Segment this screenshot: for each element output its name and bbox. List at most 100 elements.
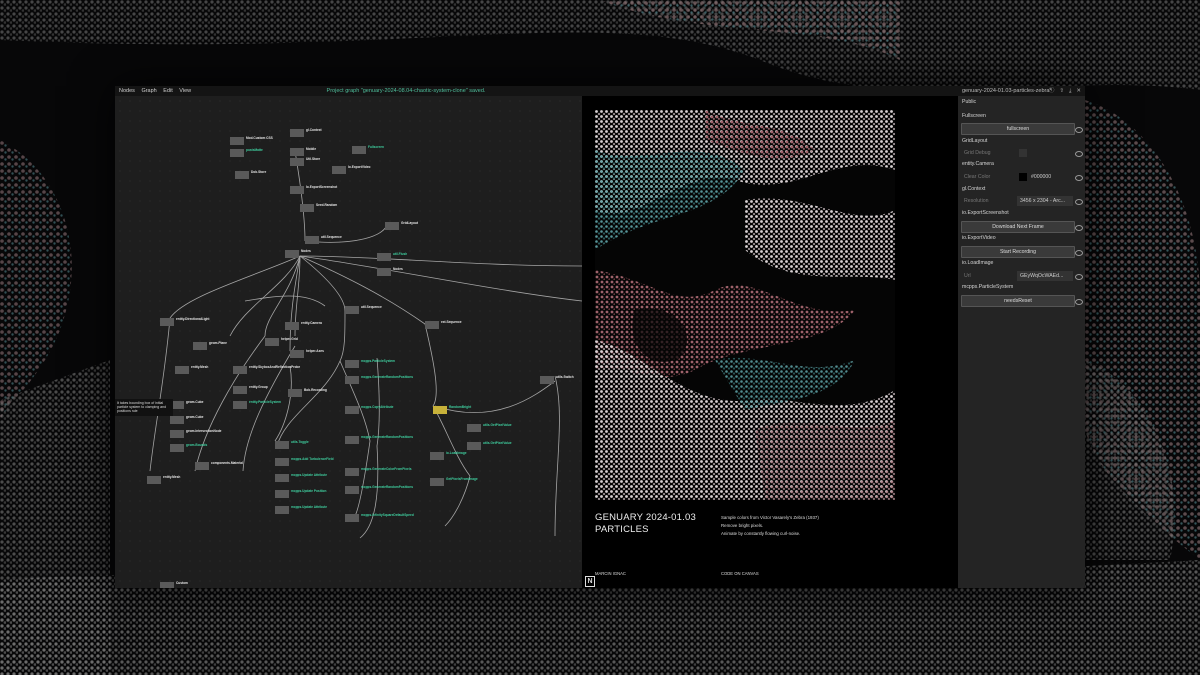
logo: N	[585, 576, 595, 587]
graph-node[interactable]: Io.ExportVideo	[332, 165, 370, 174]
graph-node[interactable]: utils.Toggle	[275, 440, 309, 449]
node-graph-canvas[interactable]: Mod.Custom CSS gl.Context postsMatte Mob…	[115, 96, 582, 588]
graph-node[interactable]: mcpps.Add TurbulenceField	[275, 457, 334, 466]
graph-node[interactable]: geom.IntersectionNode	[170, 429, 221, 438]
parameters-panel: Public Fullscreen fullscreen GridLayout …	[958, 96, 1085, 588]
graph-node[interactable]: io.LoadImage	[430, 451, 467, 460]
title-bar: Nodes Graph Edit View Project graph "gen…	[115, 86, 1085, 96]
start-recording-button[interactable]: Start Recording	[961, 246, 1075, 258]
graph-node[interactable]: entity.Mesh	[147, 475, 180, 484]
graph-node[interactable]: components.Material	[195, 461, 243, 470]
graph-node[interactable]: Nodes	[285, 249, 311, 258]
share-icon[interactable]: ⇧	[1059, 86, 1064, 96]
info-icon[interactable]: ⓘ	[1049, 86, 1055, 96]
graph-node[interactable]: Mobile	[290, 147, 316, 156]
download-icon[interactable]: ⤓	[1069, 86, 1071, 96]
section-gridlayout: GridLayout	[962, 138, 988, 144]
graph-node[interactable]: Util.Store	[290, 157, 320, 166]
graph-node[interactable]: helper.Axes	[290, 349, 324, 358]
eye-icon[interactable]	[1075, 225, 1083, 231]
grid-debug-row[interactable]: Grid Debug	[961, 148, 1073, 158]
graph-node[interactable]: Dob.Store	[235, 170, 266, 179]
eye-icon[interactable]	[1075, 175, 1083, 181]
download-next-frame-button[interactable]: Download Next Frame	[961, 221, 1075, 233]
color-swatch[interactable]	[1019, 173, 1027, 181]
window-controls: ⓘ ⇧ ⤓ ✕	[1049, 86, 1081, 96]
graph-node[interactable]: RandomBright	[433, 405, 471, 414]
graph-node[interactable]: GetPixelsFromImage	[430, 477, 478, 486]
close-icon[interactable]: ✕	[1076, 86, 1081, 96]
section-gl-context: gl.Context	[962, 186, 986, 192]
graph-node[interactable]: postsMatte	[230, 148, 263, 157]
graph-node[interactable]: mcpps.Update Attribute	[275, 473, 327, 482]
artwork-title: GENUARY 2024-01.03 PARTICLES	[595, 512, 696, 535]
graph-node[interactable]: utils.GetPixelValue	[467, 441, 512, 450]
graph-node[interactable]: geom.Bounds	[170, 443, 207, 452]
section-public: Public	[962, 99, 977, 105]
graph-node[interactable]: geom.Cube	[170, 400, 203, 409]
graph-node[interactable]: Bob.Recording	[288, 388, 327, 397]
graph-node[interactable]: utils.Switch	[540, 375, 574, 384]
graph-node[interactable]: mcpps.GenerateColorFromPixels	[345, 467, 412, 476]
save-status: Project graph "genuary-2024-08.04-chaoti…	[326, 88, 486, 94]
section-particle-system: mcpps.ParticleSystem	[962, 284, 1014, 290]
graph-node[interactable]: mcpps.CopyAttribute	[345, 405, 393, 414]
preview-title: genuary-2024-01.03-particles-zebra*	[962, 88, 1052, 94]
eye-icon[interactable]	[1075, 299, 1083, 305]
graph-node[interactable]: Mod.Custom CSS	[230, 136, 273, 145]
url-row[interactable]: Url GEyWqOcWAEd...	[961, 271, 1073, 281]
section-export-screenshot: io.ExportScreenshot	[962, 210, 1009, 216]
author-name: MARCIN IGNAC	[595, 571, 626, 576]
graph-node[interactable]: Io.ExportScreenshot	[290, 185, 337, 194]
graph-node[interactable]: mcpps.InfinitySquareDefaultSpeed	[345, 513, 414, 522]
graph-node[interactable]: util.Flush	[377, 252, 407, 261]
eye-icon[interactable]	[1075, 250, 1083, 256]
url-input[interactable]: GEyWqOcWAEd...	[1017, 271, 1073, 281]
grid-debug-toggle[interactable]	[1019, 149, 1027, 157]
needs-reset-button[interactable]: needsReset	[961, 295, 1075, 307]
section-fullscreen: Fullscreen	[962, 113, 986, 119]
graph-node[interactable]: geom.Cube	[170, 415, 203, 424]
preview-pane: GENUARY 2024-01.03 PARTICLES Sample colo…	[582, 96, 958, 588]
eye-icon[interactable]	[1075, 151, 1083, 157]
app-window: Nodes Graph Edit View Project graph "gen…	[115, 86, 1085, 588]
graph-node[interactable]: entity.ParticleSystem	[233, 400, 281, 409]
graph-node[interactable]: helper.Grid	[265, 337, 298, 346]
graph-node[interactable]: Custom	[160, 581, 188, 588]
graph-node[interactable]: util.Sequence	[305, 235, 342, 244]
graph-node[interactable]: util.Sequence	[345, 305, 382, 314]
resolution-row[interactable]: Resolution 3456 x 2304 - Arc...	[961, 196, 1073, 206]
node-tooltip: It takes bounding box of initial particl…	[115, 399, 173, 416]
fullscreen-button[interactable]: fullscreen	[961, 123, 1075, 135]
graph-node[interactable]: entity.Camera	[285, 321, 322, 330]
section-entity-camera: entity.Camera	[962, 161, 994, 167]
particles-artwork	[595, 110, 895, 500]
graph-node[interactable]: ext.Sequence	[425, 320, 462, 329]
artwork-description: Sample colors from Victor Vasarely's Zeb…	[721, 515, 819, 536]
resolution-select[interactable]: 3456 x 2304 - Arc...	[1017, 196, 1073, 206]
graph-node[interactable]: mcpps.Update Position	[275, 489, 326, 498]
section-load-image: io.LoadImage	[962, 260, 994, 266]
graph-node[interactable]: Seed.Random	[300, 203, 337, 212]
clear-color-row[interactable]: Clear Color #000000	[961, 172, 1073, 182]
eye-icon[interactable]	[1075, 274, 1083, 280]
graph-node[interactable]: Fullscreen	[352, 145, 384, 154]
graph-node[interactable]: entity.Group	[233, 385, 268, 394]
graph-node[interactable]: mcpps.ParticleSystem	[345, 359, 395, 368]
eye-icon[interactable]	[1075, 127, 1083, 133]
eye-icon[interactable]	[1075, 199, 1083, 205]
section-export-video: io.ExportVideo	[962, 235, 996, 241]
graph-node[interactable]: mcpps.GenerateRandomPositions	[345, 485, 413, 494]
graph-node[interactable]: gl.Context	[290, 128, 322, 137]
graph-node[interactable]: Nodes	[377, 267, 403, 276]
graph-node[interactable]: mcpps.GenerateRandomPositions	[345, 375, 413, 384]
graph-node[interactable]: entity.SkyboxAndReflectionProbe	[233, 365, 300, 374]
graph-node[interactable]: geom.Plane	[193, 341, 227, 350]
graph-node[interactable]: mcpps.GenerateRandomPositions	[345, 435, 413, 444]
graph-node[interactable]: mcpps.Update Attribute	[275, 505, 327, 514]
graph-node[interactable]: utils.GetPixelValue	[467, 423, 512, 432]
graph-node[interactable]: GridLayout	[385, 221, 418, 230]
brand-label: CODE ON CANVAS	[721, 571, 759, 576]
graph-node[interactable]: entity.DirectionalLight	[160, 317, 209, 326]
graph-node[interactable]: entity.Mesh	[175, 365, 208, 374]
